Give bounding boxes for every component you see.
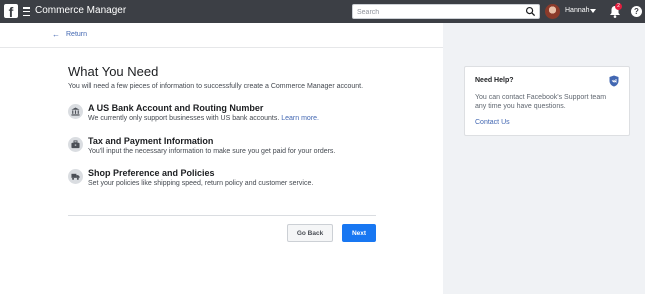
- search-box[interactable]: [352, 4, 540, 19]
- requirement-title: Tax and Payment Information: [88, 136, 214, 146]
- help-icon[interactable]: ?: [631, 6, 642, 17]
- back-arrow-icon[interactable]: ←: [52, 30, 60, 39]
- app-title: Commerce Manager: [35, 5, 127, 16]
- search-input[interactable]: [357, 6, 517, 18]
- divider: [68, 215, 376, 216]
- main-content: ← Return What You Need You will need a f…: [0, 23, 443, 294]
- shield-icon: [609, 75, 619, 87]
- help-title: Need Help?: [475, 77, 514, 84]
- page-title: What You Need: [68, 64, 159, 79]
- bank-icon: [68, 104, 83, 119]
- search-icon[interactable]: [525, 6, 536, 17]
- briefcase-icon: [68, 137, 83, 152]
- menu-icon[interactable]: [23, 7, 30, 16]
- user-name[interactable]: Hannah: [565, 7, 590, 14]
- next-button[interactable]: Next: [342, 224, 376, 242]
- requirement-description: You'll input the necessary information t…: [88, 148, 336, 155]
- help-card: Need Help? You can contact Facebook's Su…: [464, 66, 630, 136]
- contact-us-link[interactable]: Contact Us: [475, 119, 510, 126]
- facebook-logo-icon[interactable]: f: [4, 4, 18, 18]
- return-link[interactable]: Return: [66, 31, 87, 38]
- go-back-button[interactable]: Go Back: [287, 224, 333, 242]
- top-bar: f Commerce Manager Hannah 2 ?: [0, 0, 645, 23]
- requirement-description: Set your policies like shipping speed, r…: [88, 180, 314, 187]
- truck-icon: [68, 169, 83, 184]
- requirement-description: We currently only support businesses wit…: [88, 115, 319, 122]
- chevron-down-icon[interactable]: [590, 9, 596, 13]
- page-intro: You will need a few pieces of informatio…: [68, 83, 364, 90]
- notification-badge: 2: [615, 3, 622, 10]
- avatar[interactable]: [545, 4, 560, 19]
- learn-more-link[interactable]: Learn more.: [281, 115, 319, 122]
- requirement-title: Shop Preference and Policies: [88, 168, 215, 178]
- requirement-title: A US Bank Account and Routing Number: [88, 103, 264, 113]
- return-bar: ← Return: [0, 23, 443, 48]
- help-text: You can contact Facebook's Support team …: [475, 94, 607, 110]
